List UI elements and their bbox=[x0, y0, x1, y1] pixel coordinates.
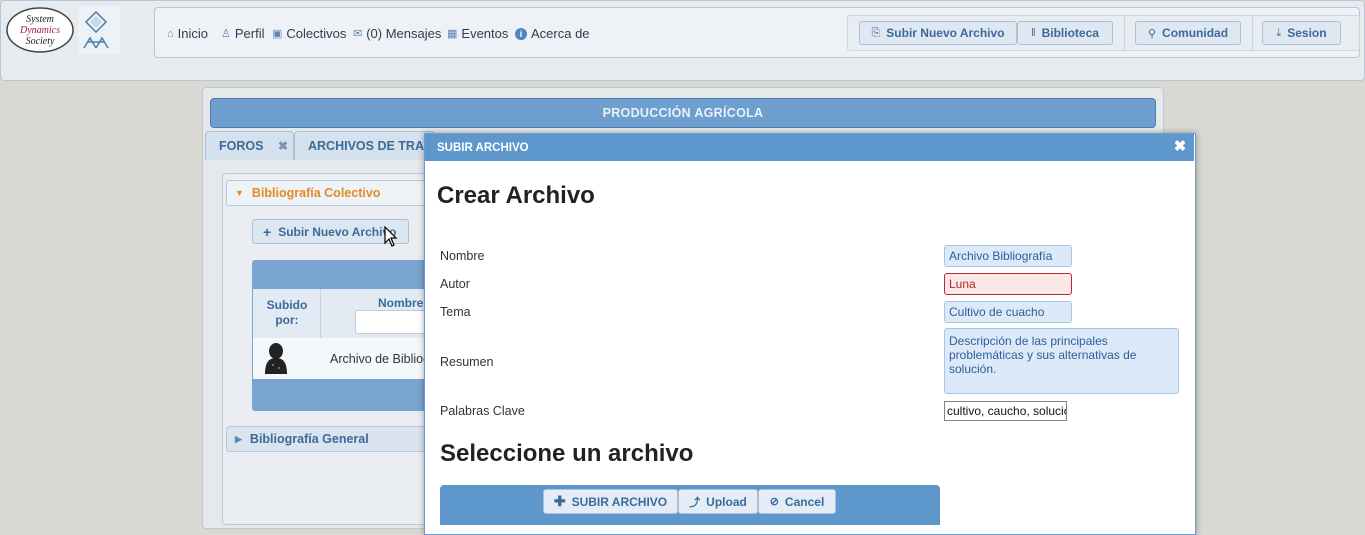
autor-label: Autor bbox=[440, 277, 470, 291]
subir-archivo-label: SUBIR ARCHIVO bbox=[571, 494, 668, 509]
form-heading: Crear Archivo bbox=[437, 182, 595, 209]
resumen-label: Resumen bbox=[440, 355, 494, 369]
comunidad-label: Comunidad bbox=[1162, 26, 1229, 40]
tab-bar: FOROS ✖ ARCHIVOS DE TRAB bbox=[205, 131, 435, 161]
caret-right-icon: ▶ bbox=[235, 433, 242, 444]
info-icon: i bbox=[515, 27, 527, 40]
download-icon: ⤓ bbox=[1276, 26, 1282, 39]
close-icon[interactable]: ✖ bbox=[1173, 137, 1187, 155]
mouse-cursor-icon bbox=[384, 225, 398, 248]
header-actions: ⎘ Subir Nuevo Archivo ‖ Biblioteca ⚲ Com… bbox=[847, 15, 1360, 51]
close-icon[interactable]: ✖ bbox=[278, 139, 288, 153]
nombre-field[interactable]: Archivo Bibliografía bbox=[944, 245, 1072, 267]
mail-icon: ✉ bbox=[353, 28, 363, 40]
tab-foros[interactable]: FOROS ✖ bbox=[205, 131, 294, 160]
plus-icon: ✚ bbox=[553, 493, 566, 509]
cancel-button[interactable]: ⊘ Cancel bbox=[758, 489, 836, 514]
nav-perfil[interactable]: ♙ Perfil bbox=[221, 26, 265, 41]
row-file-name: Archivo de Bibliog bbox=[330, 352, 431, 366]
group-icon: ▣ bbox=[272, 28, 283, 40]
accordion-bibliografia-colectivo-label: Bibliografía Colectivo bbox=[251, 186, 381, 200]
avatar bbox=[262, 341, 290, 374]
library-icon: ‖ bbox=[1031, 27, 1036, 39]
subir-nuevo-archivo-button[interactable]: ⎘ Subir Nuevo Archivo bbox=[859, 21, 1017, 45]
nav-colectivos[interactable]: ▣ Colectivos bbox=[272, 26, 346, 41]
system-dynamics-society-logo[interactable]: System Dynamics Society bbox=[6, 6, 120, 56]
user-icon: ♙ bbox=[221, 28, 231, 40]
accordion-bibliografia-colectivo[interactable]: ▼ Bibliografía Colectivo bbox=[226, 180, 436, 206]
column-nombre[interactable]: Nombre bbox=[378, 296, 423, 310]
upload-icon: ⤴ bbox=[689, 496, 701, 509]
cancel-icon: ⊘ bbox=[769, 496, 779, 508]
biblioteca-button[interactable]: ‖ Biblioteca bbox=[1017, 21, 1113, 45]
column-subido-por[interactable]: Subido por: bbox=[258, 298, 316, 328]
resumen-textarea[interactable]: Descripción de las principales problemát… bbox=[944, 328, 1179, 394]
subir-nuevo-archivo-label: Subir Nuevo Archivo bbox=[886, 26, 1005, 40]
tema-field[interactable]: Cultivo de cuacho bbox=[944, 301, 1072, 323]
nav-acerca[interactable]: i Acerca de bbox=[515, 26, 590, 41]
grid-column-divider bbox=[320, 289, 321, 338]
accordion-bibliografia-general-label: Bibliografía General bbox=[249, 432, 369, 446]
accordion-bibliografia-general[interactable]: ▶ Bibliografía General bbox=[226, 426, 436, 452]
svg-text:Society: Society bbox=[26, 36, 55, 47]
tab-archivos-label: ARCHIVOS DE TRAB bbox=[308, 139, 434, 153]
select-file-heading: Seleccione un archivo bbox=[440, 440, 694, 467]
caret-down-icon: ▼ bbox=[235, 188, 244, 198]
plus-icon: + bbox=[263, 223, 272, 240]
cancel-label: Cancel bbox=[784, 494, 825, 509]
palabras-clave-field[interactable]: cultivo, caucho, solucion bbox=[944, 401, 1067, 421]
palabras-clave-label: Palabras Clave bbox=[440, 404, 525, 418]
sesion-button[interactable]: ⤓ Sesion bbox=[1262, 21, 1341, 45]
biblioteca-label: Biblioteca bbox=[1041, 26, 1099, 40]
header-divider bbox=[1124, 16, 1125, 50]
nombre-filter-input[interactable] bbox=[355, 310, 427, 334]
nav-eventos[interactable]: ▦ Eventos bbox=[447, 26, 508, 41]
nav-eventos-label: Eventos bbox=[461, 26, 509, 41]
subir-archivo-button[interactable]: ✚ SUBIR ARCHIVO bbox=[543, 489, 678, 514]
nav-acerca-label: Acerca de bbox=[531, 26, 590, 41]
nav-perfil-label: Perfil bbox=[234, 26, 265, 41]
dialog-title: SUBIR ARCHIVO bbox=[425, 134, 1194, 161]
nombre-label: Nombre bbox=[440, 249, 485, 263]
upload-button[interactable]: ⤴ Upload bbox=[678, 489, 758, 514]
svg-text:System: System bbox=[26, 14, 54, 25]
svg-text:Dynamics: Dynamics bbox=[19, 25, 60, 36]
search-icon: ⚲ bbox=[1147, 27, 1157, 40]
tab-foros-label: FOROS bbox=[219, 139, 264, 153]
tab-archivos[interactable]: ARCHIVOS DE TRAB bbox=[294, 131, 435, 160]
upload-file-icon: ⎘ bbox=[871, 26, 881, 39]
sesion-label: Sesion bbox=[1287, 26, 1327, 40]
header-divider bbox=[1252, 16, 1253, 50]
nav-inicio[interactable]: ⌂ Inicio bbox=[167, 26, 208, 41]
autor-field[interactable]: Luna bbox=[944, 273, 1072, 295]
nav-mensajes-label: (0) Mensajes bbox=[366, 26, 442, 41]
nav-colectivos-label: Colectivos bbox=[286, 26, 347, 41]
subir-nuevo-archivo-inline-label: Subir Nuevo Archivo bbox=[278, 224, 397, 239]
calendar-icon: ▦ bbox=[447, 28, 458, 40]
nav-inicio-label: Inicio bbox=[177, 26, 209, 41]
comunidad-button[interactable]: ⚲ Comunidad bbox=[1135, 21, 1241, 45]
upload-label: Upload bbox=[706, 494, 747, 509]
tema-label: Tema bbox=[440, 305, 471, 319]
home-icon: ⌂ bbox=[167, 27, 174, 40]
nav-mensajes[interactable]: ✉ (0) Mensajes bbox=[353, 26, 441, 41]
page-title: PRODUCCIÓN AGRÍCOLA bbox=[210, 98, 1156, 128]
